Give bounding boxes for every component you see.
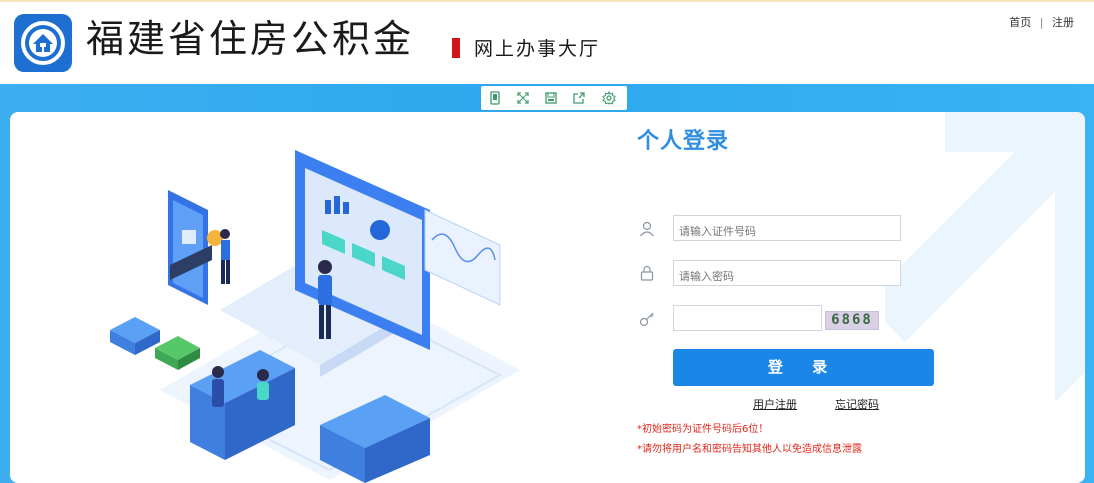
share-icon[interactable] [570,89,588,107]
login-title: 个人登录 [637,129,730,154]
user-register-link[interactable]: 用户注册 [753,396,797,412]
forgot-password-link[interactable]: 忘记密码 [835,396,879,412]
floating-toolbar [481,86,627,110]
link-separator: | [1039,16,1044,29]
mobile-icon[interactable] [486,89,504,107]
title-divider-mark [452,38,460,58]
housing-fund-logo[interactable] [14,14,72,72]
decorative-arrow-graphic [885,112,1085,402]
top-links: 首页 | 注册 [1009,14,1074,30]
fullscreen-icon[interactable] [514,89,532,107]
office-illustration [110,150,520,483]
captcha-input[interactable] [673,305,822,331]
security-warning-note: *请勿将用户名和密码告知其他人以免造成信息泄露 [637,444,862,455]
login-button[interactable]: 登 录 [673,349,934,386]
settings-icon[interactable] [600,89,618,107]
site-header: 福建省住房公积金 网上办事大厅 首页 | 注册 [0,2,1094,84]
lock-icon [638,264,656,282]
initial-password-note: *初始密码为证件号码后6位！ [637,424,769,435]
register-top-link[interactable]: 注册 [1052,14,1074,30]
site-title: 福建省住房公积金 [86,17,415,61]
site-subtitle: 网上办事大厅 [474,38,601,60]
password-input[interactable] [673,260,901,286]
captcha-image[interactable]: 6868 [825,311,879,330]
house-logo-icon [21,21,65,65]
save-icon[interactable] [542,89,560,107]
home-link[interactable]: 首页 [1009,14,1031,30]
key-icon [638,310,656,328]
id-number-input[interactable] [673,215,901,241]
user-icon [638,220,656,238]
